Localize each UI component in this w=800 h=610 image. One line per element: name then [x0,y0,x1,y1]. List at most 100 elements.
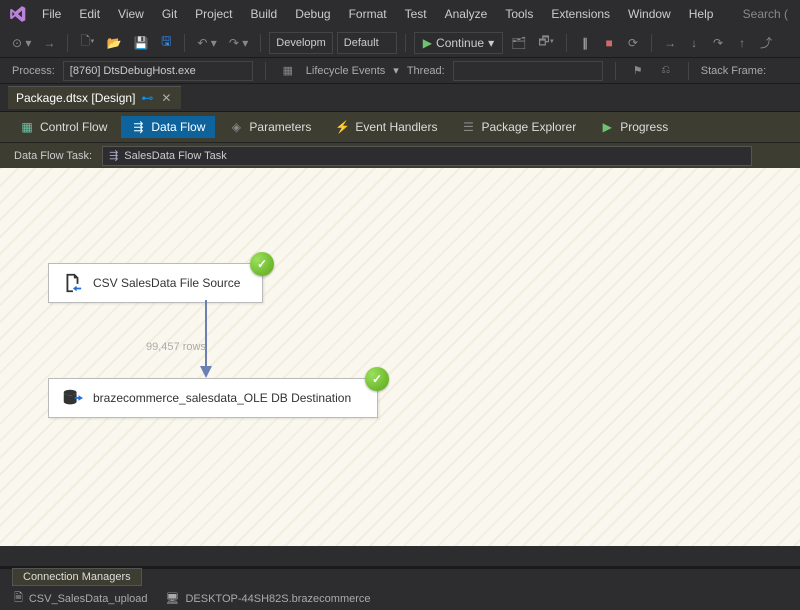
document-tab[interactable]: Package.dtsx [Design] ⊷ ✕ [8,86,181,109]
menu-help[interactable]: Help [681,3,722,25]
step-into-button[interactable]: ↓ [684,32,704,54]
connection-item[interactable]: 🗎 CSV_SalesData_upload [14,589,148,608]
nav-fwd-button[interactable]: → [39,32,59,54]
toolbar-icon[interactable]: ⤴ [756,32,776,54]
search-box[interactable]: Search ( [735,3,796,25]
db-conn-icon: 🖥 [166,592,180,605]
separator [67,34,68,52]
designer-canvas[interactable]: CSV SalesData File Source ✓ 99,457 rows … [0,168,800,546]
play-icon: ▶ [423,36,432,50]
tab-package-explorer[interactable]: ☰ Package Explorer [451,116,586,138]
menu-tools[interactable]: Tools [497,3,541,25]
solution-config-dropdown[interactable]: Developm [269,32,333,54]
document-tab-bar: Package.dtsx [Design] ⊷ ✕ [0,84,800,112]
toolbar-icon[interactable]: ⎌ [656,60,676,82]
connection-managers-tab[interactable]: Connection Managers [12,568,142,586]
tab-label: Event Handlers [355,120,437,134]
progress-icon: ▶ [600,120,614,134]
step-out-button[interactable]: ↑ [732,32,752,54]
tab-label: Control Flow [40,120,107,134]
menu-window[interactable]: Window [620,3,679,25]
dataflow-task-value: SalesData Flow Task [124,150,227,162]
undo-button[interactable]: ↶ ▾ [193,32,220,54]
connection-item[interactable]: 🖥 DESKTOP-44SH82S.brazecommerce [166,592,371,605]
continue-button[interactable]: ▶ Continue ▾ [414,32,503,54]
package-explorer-icon: ☰ [461,120,475,134]
menu-extensions[interactable]: Extensions [543,3,618,25]
nav-back-button[interactable]: ⊙ ▾ [8,32,35,54]
redo-button[interactable]: ↷ ▾ [225,32,252,54]
source-node[interactable]: CSV SalesData File Source ✓ [48,263,263,303]
menu-analyze[interactable]: Analyze [437,3,496,25]
separator [615,62,616,80]
step-button[interactable]: → [660,32,680,54]
success-check-icon: ✓ [365,367,389,391]
debug-process-toolbar: Process: [8760] DtsDebugHost.exe ▦ Lifec… [0,58,800,84]
continue-label: Continue [436,36,484,50]
flat-file-source-icon [61,272,83,294]
toolbar-icon[interactable]: 🗗▾ [534,32,558,54]
dataflow-task-dropdown[interactable]: ⇶ SalesData Flow Task [102,146,752,166]
menu-build[interactable]: Build [243,3,286,25]
toolbar-icon[interactable]: 🗂 [507,32,530,54]
menu-debug[interactable]: Debug [287,3,338,25]
row-count-label: 99,457 rows [146,341,206,353]
close-icon[interactable]: ✕ [159,91,173,105]
separator [688,62,689,80]
lifecycle-icon[interactable]: ▦ [278,60,298,82]
chevron-down-icon[interactable]: ▾ [393,64,399,77]
connection-managers-panel: Connection Managers 🗎 CSV_SalesData_uplo… [0,566,800,600]
menu-file[interactable]: File [34,3,69,25]
process-dropdown[interactable]: [8760] DtsDebugHost.exe [63,61,253,81]
process-label: Process: [12,65,55,77]
tab-label: Progress [620,120,668,134]
dataflow-task-bar: Data Flow Task: ⇶ SalesData Flow Task [0,142,800,168]
stackframe-label: Stack Frame: [701,65,766,77]
node-label: brazecommerce_salesdata_OLE DB Destinati… [93,391,351,405]
menu-format[interactable]: Format [341,3,395,25]
step-over-button[interactable]: ↷ [708,32,728,54]
node-label: CSV SalesData File Source [93,276,240,290]
solution-platform-dropdown[interactable]: Default [337,32,397,54]
menu-bar: File Edit View Git Project Build Debug F… [0,0,800,28]
stop-button[interactable]: ■ [599,32,619,54]
lifecycle-label: Lifecycle Events [306,65,385,77]
document-title: Package.dtsx [Design] [16,91,135,105]
separator [260,34,261,52]
chevron-down-icon: ▾ [488,36,494,50]
separator [265,62,266,80]
separator [566,34,567,52]
tab-event-handlers[interactable]: ⚡Event Handlers [325,116,447,138]
thread-label: Thread: [407,65,445,77]
vs-logo-icon [4,0,32,28]
main-toolbar: ⊙ ▾ → 🗋▾ 📂 💾 🖫 ↶ ▾ ↷ ▾ Developm Default … [0,28,800,58]
break-all-button[interactable]: ∥ [575,32,595,54]
tab-label: Data Flow [151,120,205,134]
tab-progress[interactable]: ▶ Progress [590,116,678,138]
parameters-icon: ◈ [229,120,243,134]
restart-button[interactable]: ⟳ [623,32,643,54]
tab-label: Package Explorer [481,120,576,134]
data-flow-icon: ⇶ [109,149,118,162]
menu-test[interactable]: Test [397,3,435,25]
control-flow-icon: ▦ [20,120,34,134]
tab-parameters[interactable]: ◈Parameters [219,116,321,138]
save-all-button[interactable]: 🖫 [156,32,176,54]
menu-view[interactable]: View [110,3,152,25]
menu-edit[interactable]: Edit [71,3,108,25]
flag-icon[interactable]: ⚑ [628,60,648,82]
menu-project[interactable]: Project [187,3,240,25]
flat-file-conn-icon: 🗎 [14,589,23,608]
open-button[interactable]: 📂 [103,32,126,54]
menu-git[interactable]: Git [154,3,185,25]
tab-control-flow[interactable]: ▦ Control Flow [10,116,117,138]
save-button[interactable]: 💾 [129,32,152,54]
tab-data-flow[interactable]: ⇶Data Flow [121,116,215,138]
separator [405,34,406,52]
destination-node[interactable]: brazecommerce_salesdata_OLE DB Destinati… [48,378,378,418]
new-item-button[interactable]: 🗋▾ [76,32,98,54]
connection-label: DESKTOP-44SH82S.brazecommerce [185,593,370,605]
pin-icon[interactable]: ⊷ [141,91,153,105]
dataflow-arrow [196,300,216,380]
thread-dropdown[interactable] [453,61,603,81]
